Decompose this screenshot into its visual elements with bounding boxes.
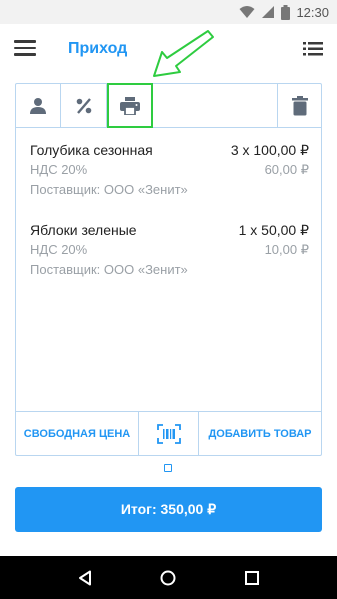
item-list: Голубика сезонная 3 x 100,00 ₽ НДС 20% 6… xyxy=(30,142,309,302)
status-icons: 12:30 xyxy=(239,3,329,21)
list-icon[interactable] xyxy=(303,41,323,57)
item-vat: НДС 20% xyxy=(30,162,88,177)
item-qty-price: 1 x 50,00 ₽ xyxy=(238,222,309,238)
delete-button[interactable] xyxy=(277,84,321,127)
item-qty-price: 3 x 100,00 ₽ xyxy=(230,142,309,158)
status-bar: 12:30 xyxy=(0,0,337,24)
card-bottom-bar: СВОБОДНАЯ ЦЕНА ДОБАВИТЬ ТОВАР xyxy=(16,411,321,456)
add-product-button[interactable]: ДОБАВИТЬ ТОВАР xyxy=(199,412,321,456)
print-button[interactable] xyxy=(107,83,153,128)
person-icon xyxy=(30,97,46,114)
trash-icon xyxy=(291,95,308,115)
free-price-button[interactable]: СВОБОДНАЯ ЦЕНА xyxy=(16,412,139,456)
item-name: Голубика сезонная xyxy=(30,142,153,158)
percent-icon xyxy=(76,97,91,114)
item-supplier: Поставщик: ООО «Зенит» xyxy=(30,262,188,277)
signal-icon xyxy=(262,6,275,18)
recents-icon[interactable] xyxy=(244,570,259,585)
back-icon[interactable] xyxy=(78,570,92,586)
battery-icon xyxy=(281,4,291,20)
wifi-icon xyxy=(239,6,255,18)
item-vat-amount: 60,00 ₽ xyxy=(264,162,309,177)
barcode-scan-icon xyxy=(156,424,181,444)
list-item[interactable]: Яблоки зеленые 1 x 50,00 ₽ НДС 20% 10,00… xyxy=(30,222,309,302)
home-icon[interactable] xyxy=(160,570,176,586)
receipt-card: Голубика сезонная 3 x 100,00 ₽ НДС 20% 6… xyxy=(15,83,322,456)
customer-button[interactable] xyxy=(16,84,61,127)
discount-button[interactable] xyxy=(61,84,107,127)
item-supplier: Поставщик: ООО «Зенит» xyxy=(30,182,188,197)
page-indicator xyxy=(164,464,172,472)
item-name: Яблоки зеленые xyxy=(30,222,137,238)
status-time: 12:30 xyxy=(296,4,329,20)
menu-icon[interactable] xyxy=(14,40,36,58)
page-title: Приход xyxy=(68,40,128,57)
card-toolbar xyxy=(16,83,321,128)
list-item[interactable]: Голубика сезонная 3 x 100,00 ₽ НДС 20% 6… xyxy=(30,142,309,222)
scan-barcode-button[interactable] xyxy=(139,412,199,456)
item-vat: НДС 20% xyxy=(30,242,88,257)
printer-icon xyxy=(120,96,140,115)
pointer-arrow-icon xyxy=(153,30,214,77)
nav-bar xyxy=(0,556,337,599)
total-button[interactable]: Итог: 350,00 ₽ xyxy=(15,487,322,532)
item-vat-amount: 10,00 ₽ xyxy=(264,242,309,257)
